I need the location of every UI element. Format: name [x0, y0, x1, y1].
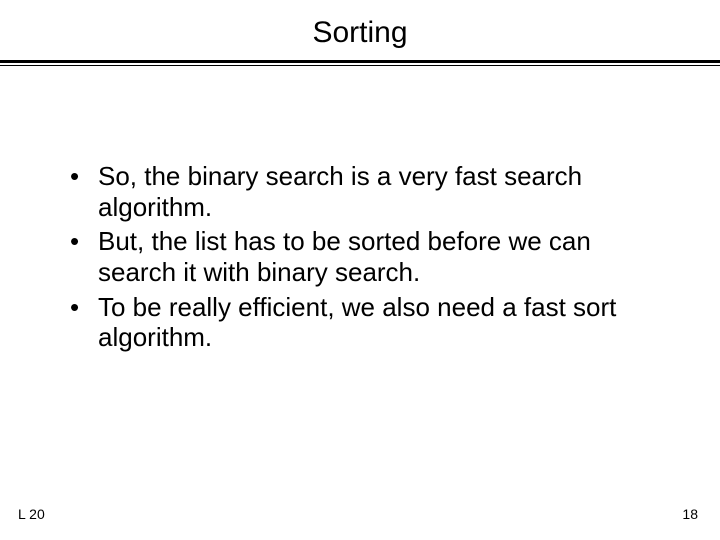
bullet-text: But, the list has to be sorted before we…	[98, 226, 591, 287]
bullet-text: To be really efficient, we also need a f…	[98, 292, 616, 353]
list-item: •So, the binary search is a very fast se…	[70, 161, 660, 222]
footer-left: L 20	[18, 506, 45, 522]
bullet-icon: •	[70, 161, 98, 192]
title-rule-thick	[0, 60, 720, 63]
bullet-icon: •	[70, 292, 98, 323]
slide: Sorting •So, the binary search is a very…	[0, 0, 720, 540]
bullet-list: •So, the binary search is a very fast se…	[70, 161, 660, 353]
list-item: •But, the list has to be sorted before w…	[70, 226, 660, 287]
slide-title: Sorting	[0, 0, 720, 60]
bullet-icon: •	[70, 226, 98, 257]
list-item: •To be really efficient, we also need a …	[70, 292, 660, 353]
slide-content: •So, the binary search is a very fast se…	[0, 66, 720, 353]
page-number: 18	[682, 506, 698, 522]
bullet-text: So, the binary search is a very fast sea…	[98, 161, 582, 222]
